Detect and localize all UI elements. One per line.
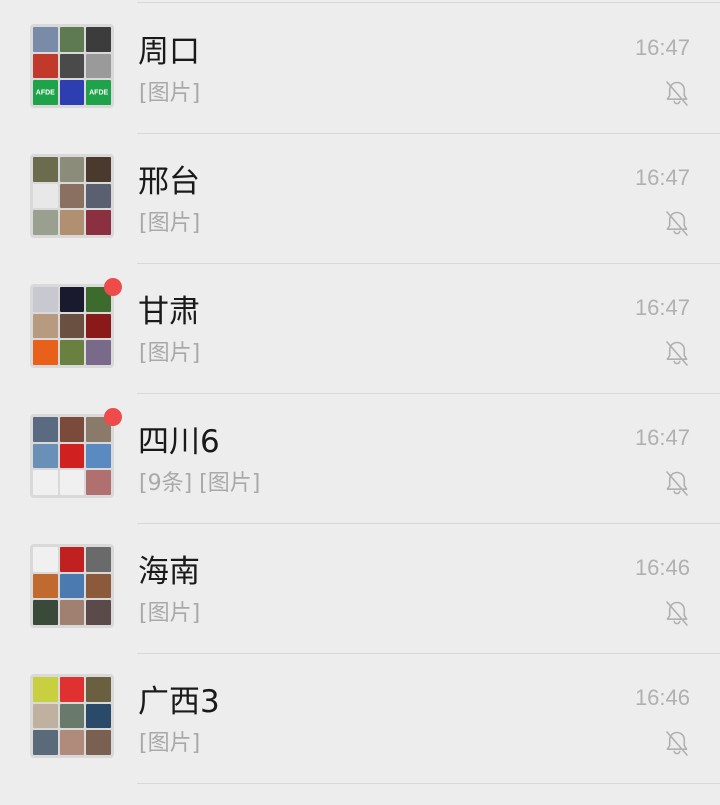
chat-item[interactable]: AFDE AFDE 周口 [图片] 16:47 — [0, 2, 720, 134]
message-time: 16:47 — [634, 165, 690, 190]
avatar-tile — [59, 53, 85, 79]
avatar-tile — [86, 210, 111, 235]
avatar-tile — [33, 573, 58, 599]
avatar-tile: AFDE — [33, 80, 58, 105]
avatar-tile — [86, 157, 111, 182]
last-message-preview: [图片] — [139, 731, 201, 756]
muted-bell-icon — [666, 81, 688, 106]
avatar-tile — [86, 340, 111, 365]
avatar-tile — [86, 53, 111, 79]
avatar-tile — [59, 340, 85, 365]
group-avatar — [30, 674, 114, 758]
avatar-tile — [33, 340, 58, 365]
avatar-tile — [86, 27, 111, 52]
avatar-tile — [33, 157, 58, 182]
avatar-tile — [33, 547, 58, 572]
avatar-tile — [59, 27, 85, 52]
muted-bell-icon — [666, 341, 688, 366]
chat-item[interactable]: 甘肃 [图片] 16:47 — [0, 262, 720, 394]
chat-name: 甘肃 — [138, 294, 200, 330]
avatar-tile — [86, 547, 111, 572]
muted-bell-icon — [666, 731, 688, 756]
avatar-tile — [33, 600, 58, 625]
chat-name: 邢台 — [138, 164, 200, 200]
avatar-tile — [33, 443, 58, 469]
avatar-tile — [59, 443, 85, 469]
avatar-tile — [86, 600, 111, 625]
message-time: 16:46 — [634, 685, 690, 710]
avatar-tile — [59, 157, 85, 182]
chat-name: 四川6 — [138, 424, 220, 460]
avatar-tile — [86, 573, 111, 599]
avatar-tile — [86, 730, 111, 755]
last-message-preview: [图片] — [139, 81, 201, 106]
avatar-tile — [33, 730, 58, 755]
avatar-tile — [33, 287, 58, 312]
last-message-preview: [图片] — [139, 341, 201, 366]
avatar-tile — [86, 470, 111, 495]
group-avatar — [30, 154, 114, 238]
message-time: 16:47 — [634, 35, 690, 60]
avatar-tile — [59, 600, 85, 625]
group-avatar — [30, 284, 114, 368]
avatar-tile — [59, 287, 85, 312]
avatar-tile — [33, 183, 58, 209]
chat-name: 广西3 — [138, 684, 220, 720]
avatar-tile-label: AFDE — [35, 89, 55, 97]
avatar-tile-label: AFDE — [89, 89, 109, 97]
avatar-tile — [33, 53, 58, 79]
chat-item[interactable]: 广西3 [图片] 16:46 — [0, 652, 720, 784]
muted-bell-icon — [666, 211, 688, 236]
avatar-tile: AFDE — [86, 80, 111, 105]
avatar-tile — [59, 210, 85, 235]
avatar-tile — [86, 443, 111, 469]
avatar-tile — [86, 703, 111, 729]
chat-item[interactable]: 四川6 [9条] [图片] 16:47 — [0, 392, 720, 524]
avatar-tile — [33, 703, 58, 729]
avatar-tile — [59, 313, 85, 339]
group-avatar — [30, 414, 114, 498]
avatar-tile — [33, 210, 58, 235]
message-time: 16:47 — [634, 425, 690, 450]
avatar-tile — [33, 27, 58, 52]
avatar-tile — [59, 703, 85, 729]
avatar-tile — [86, 677, 111, 702]
group-avatar: AFDE AFDE — [30, 24, 114, 108]
muted-bell-icon — [666, 471, 688, 496]
chat-item[interactable]: 海南 [图片] 16:46 — [0, 522, 720, 654]
last-message-preview: [图片] — [139, 211, 201, 236]
avatar-tile — [86, 183, 111, 209]
unread-badge — [104, 278, 122, 296]
avatar-tile — [33, 677, 58, 702]
avatar-tile — [59, 547, 85, 572]
message-time: 16:46 — [634, 555, 690, 580]
avatar-tile — [59, 573, 85, 599]
chat-name: 周口 — [138, 34, 200, 70]
group-avatar — [30, 544, 114, 628]
last-message-preview: [图片] — [139, 601, 201, 626]
avatar-tile — [86, 313, 111, 339]
message-time: 16:47 — [634, 295, 690, 320]
avatar-tile — [59, 183, 85, 209]
last-message-preview: [9条] [图片] — [139, 471, 261, 496]
muted-bell-icon — [666, 601, 688, 626]
unread-badge — [104, 408, 122, 426]
avatar-tile — [33, 470, 58, 495]
chat-item[interactable]: 邢台 [图片] 16:47 — [0, 132, 720, 264]
avatar-tile — [59, 80, 85, 105]
chat-list-screen: AFDE AFDE 周口 [图片] 16:47 邢台 [图片] 16:47 甘肃 [图片] 16:4… — [0, 0, 720, 805]
avatar-tile — [59, 417, 85, 442]
avatar-tile — [33, 417, 58, 442]
avatar-tile — [59, 470, 85, 495]
chat-name: 海南 — [138, 554, 200, 590]
avatar-tile — [59, 677, 85, 702]
avatar-tile — [59, 730, 85, 755]
avatar-tile — [33, 313, 58, 339]
